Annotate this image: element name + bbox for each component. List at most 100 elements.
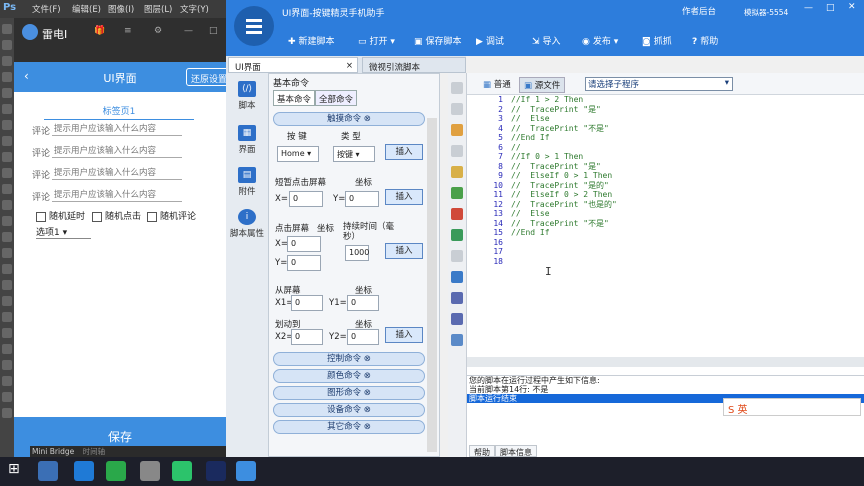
paste-icon[interactable]	[451, 166, 463, 178]
ime-toolbar[interactable]: S 英	[723, 398, 861, 416]
insert-button[interactable]: 插入	[385, 327, 423, 343]
tab-all-commands[interactable]: 全部命令	[315, 90, 358, 106]
hand-icon[interactable]	[451, 124, 463, 136]
outdent-icon[interactable]	[451, 250, 463, 262]
x-label: X=	[275, 194, 288, 204]
debug-button[interactable]: ▶ 调试	[476, 34, 504, 47]
swipe-x1-input[interactable]: 0	[291, 295, 323, 311]
type-select[interactable]: 按键 ▾	[333, 146, 375, 162]
comment-input[interactable]: 提示用户应该输入什么内容	[52, 166, 182, 180]
subroutine-select[interactable]: 请选择子程序 ▾	[585, 77, 733, 91]
emulator-link[interactable]: 模拟器-5554	[744, 7, 788, 18]
mini-bridge-tab[interactable]: Mini Bridge	[32, 447, 74, 456]
duration-input[interactable]: 1000	[345, 245, 369, 261]
copy-icon[interactable]	[451, 145, 463, 157]
import-button[interactable]: ⇲ 导入	[532, 34, 561, 47]
other-commands-section[interactable]: 其它命令 ⊗	[273, 420, 425, 434]
press-y-input[interactable]: 0	[287, 255, 321, 271]
wechat-icon[interactable]	[140, 461, 160, 481]
comment-input[interactable]: 提示用户应该输入什么内容	[52, 188, 182, 202]
comment-input[interactable]: 提示用户应该输入什么内容	[52, 144, 182, 158]
tab-weishi-script[interactable]: 微视引流脚本	[362, 57, 466, 73]
random-delay-checkbox[interactable]: 随机延时	[36, 209, 85, 222]
format-icon[interactable]	[451, 334, 463, 346]
tab-help[interactable]: 帮助	[469, 445, 495, 457]
code-line: //	[511, 142, 521, 152]
maximize-icon[interactable]: □	[209, 26, 218, 36]
help-button[interactable]: ? 帮助	[692, 34, 718, 47]
minimize-icon[interactable]: —	[804, 3, 813, 13]
touch-commands-section[interactable]: 触摸命令 ⊗	[273, 112, 425, 126]
replace-icon[interactable]	[451, 313, 463, 325]
windows-start-icon[interactable]: ⊞	[8, 461, 28, 481]
sidebar-item-ui[interactable]: ▦ 界面	[226, 125, 268, 155]
swipe-x2-input[interactable]: 0	[291, 329, 323, 345]
key-select[interactable]: Home ▾	[277, 146, 319, 162]
uncomment-icon[interactable]	[451, 208, 463, 220]
color-commands-section[interactable]: 颜色命令 ⊗	[273, 369, 425, 383]
tab-source[interactable]: ▣ 源文件	[519, 77, 566, 93]
indent-icon[interactable]	[451, 229, 463, 241]
close-icon[interactable]: ✕	[848, 2, 856, 12]
swipe-y2-input[interactable]: 0	[347, 329, 379, 345]
sidebar-item-properties[interactable]: i 脚本属性	[226, 209, 268, 239]
expand-icon: ⊗	[363, 405, 371, 415]
random-click-checkbox[interactable]: 随机点击	[92, 209, 141, 222]
menu-icon[interactable]: ≡	[124, 26, 132, 36]
maximize-icon[interactable]: □	[826, 3, 835, 13]
horizontal-scrollbar[interactable]	[467, 357, 864, 367]
redo-icon[interactable]	[451, 103, 463, 115]
tab-page-1[interactable]: 标签页1	[44, 104, 194, 120]
publish-button[interactable]: ◉ 发布 ▾	[582, 34, 618, 47]
capture-button[interactable]: ◙ 抓抓	[642, 34, 672, 47]
sidebar-item-script[interactable]: ⟨/⟩ 脚本	[226, 81, 268, 111]
control-commands-section[interactable]: 控制命令 ⊗	[273, 352, 425, 366]
sidebar-item-attachment[interactable]: ▤ 附件	[226, 167, 268, 197]
tap-x-input[interactable]: 0	[289, 191, 323, 207]
save-script-button[interactable]: ▣ 保存脚本	[414, 34, 462, 47]
ps-menu-layer[interactable]: 图层(L)	[144, 3, 172, 15]
tab-basic-commands[interactable]: 基本命令	[273, 90, 316, 106]
swipe-y1-input[interactable]: 0	[347, 295, 379, 311]
press-x-input[interactable]: 0	[287, 236, 321, 252]
undo-icon[interactable]	[451, 82, 463, 94]
publish-icon: ◉	[582, 37, 590, 47]
option-select[interactable]: 选项1 ▾	[36, 225, 91, 239]
new-script-button[interactable]: ✚ 新建脚本	[288, 34, 335, 47]
open-button[interactable]: ▭ 打开 ▾	[358, 34, 395, 47]
author-backend-link[interactable]: 作者后台	[682, 5, 716, 17]
ps-menu-image[interactable]: 图像(I)	[108, 3, 134, 15]
ps-menu-file[interactable]: 文件(F)	[32, 3, 61, 15]
leidian-taskbar-icon[interactable]	[236, 461, 256, 481]
settings-icon[interactable]: ⚙	[154, 26, 162, 36]
app-logo-icon	[234, 6, 274, 46]
tab-normal[interactable]: ▦ 普通	[479, 77, 515, 91]
comment-input[interactable]: 提示用户应该输入什么内容	[52, 122, 182, 136]
tab-script-info[interactable]: 脚本信息	[495, 445, 537, 457]
insert-button[interactable]: 插入	[385, 144, 423, 160]
insert-button[interactable]: 插入	[385, 189, 423, 205]
code-line: // Else	[511, 209, 550, 218]
command-scrollbar[interactable]	[427, 118, 437, 452]
timeline-tab[interactable]: 时间轴	[83, 447, 106, 456]
tab-ui[interactable]: UI界面 ×	[228, 57, 358, 73]
iqiyi-icon[interactable]	[172, 461, 192, 481]
graphic-commands-section[interactable]: 图形命令 ⊗	[273, 386, 425, 400]
code-line: // TracePrint "不是"	[511, 123, 609, 133]
ps-menu-edit[interactable]: 编辑(E)	[72, 3, 101, 15]
photoshop-taskbar-icon[interactable]	[206, 461, 226, 481]
tap-y-input[interactable]: 0	[345, 191, 379, 207]
edge-icon[interactable]	[74, 461, 94, 481]
minimize-icon[interactable]: —	[184, 26, 193, 36]
gift-icon[interactable]: 🎁	[94, 26, 105, 36]
comment-icon[interactable]	[451, 187, 463, 199]
ps-menu-type[interactable]: 文字(Y)	[180, 3, 209, 15]
media-player-icon[interactable]	[106, 461, 126, 481]
random-comment-checkbox[interactable]: 随机评论	[147, 209, 196, 222]
find-icon[interactable]	[451, 292, 463, 304]
device-commands-section[interactable]: 设备命令 ⊗	[273, 403, 425, 417]
taskbar-app-icon[interactable]	[38, 461, 58, 481]
insert-button[interactable]: 插入	[385, 243, 423, 259]
goto-icon[interactable]	[451, 271, 463, 283]
code-area[interactable]: //If 1 > 2 Then// TracePrint "是"// Else /…	[511, 95, 861, 357]
